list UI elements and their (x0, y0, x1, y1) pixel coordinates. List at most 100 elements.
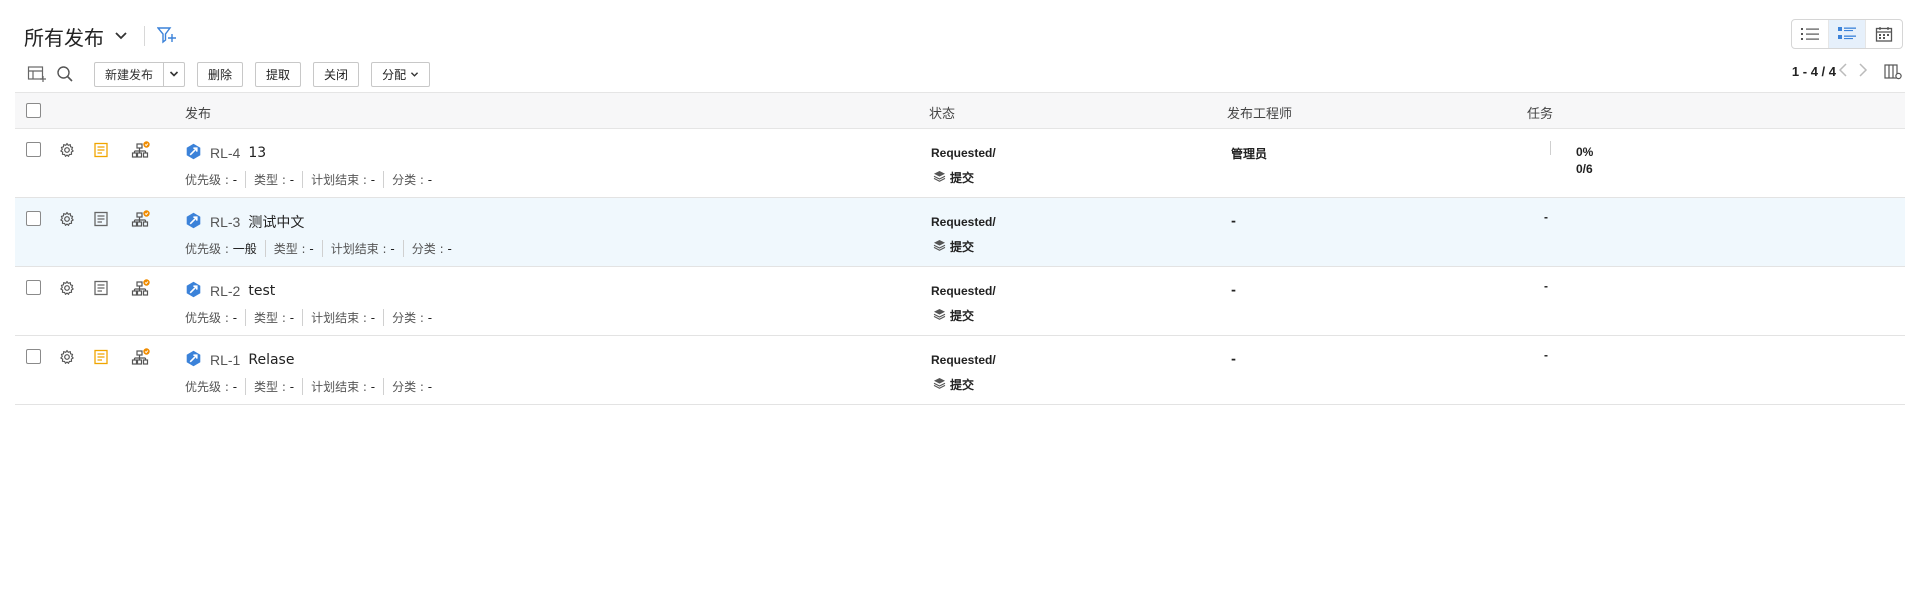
type-field: 类型 : - (245, 171, 302, 188)
release-key[interactable]: RL-3 (210, 214, 240, 230)
release-icon (185, 143, 202, 163)
column-header-status[interactable]: 状态 (929, 103, 955, 122)
task-value: - (1544, 279, 1548, 293)
column-header-engineer[interactable]: 发布工程师 (1227, 103, 1292, 122)
status-value[interactable]: Requested/ (931, 284, 996, 298)
stack-icon (933, 308, 950, 323)
detail-list-view-button[interactable] (1829, 20, 1866, 48)
engineer-value: - (1231, 352, 1236, 366)
column-header-release[interactable]: 发布 (185, 103, 211, 122)
release-name[interactable]: test (248, 283, 275, 299)
task-progress-divider (1550, 141, 1551, 155)
release-title: RL-4 13 (185, 143, 266, 163)
category-field: 分类 : - (402, 240, 460, 257)
new-release-button[interactable]: 新建发布 (95, 62, 165, 86)
release-meta: 优先级 : - 类型 : - 计划结束 : - 分类 : - (185, 171, 440, 188)
stack-icon (933, 239, 950, 254)
row-checkbox[interactable] (26, 211, 41, 226)
gear-icon[interactable] (59, 280, 75, 299)
list-view-button[interactable] (1792, 20, 1829, 48)
column-settings-icon[interactable] (1884, 64, 1902, 83)
note-icon[interactable] (93, 211, 109, 230)
gear-icon[interactable] (59, 349, 75, 368)
release-title: RL-2 test (185, 281, 275, 301)
assign-button[interactable]: 分配 (371, 61, 431, 87)
release-title: RL-3 测试中文 (185, 212, 304, 232)
close-button[interactable]: 关闭 (313, 61, 360, 87)
table-settings-icon[interactable] (24, 61, 50, 87)
hierarchy-icon[interactable] (131, 279, 151, 300)
release-icon (185, 350, 202, 370)
pagination-nav (1838, 62, 1868, 81)
table-row[interactable]: RL-4 13 优先级 : - 类型 : - 计划结束 : - 分类 : - Request… (15, 129, 1905, 198)
chevron-down-icon[interactable] (114, 29, 128, 44)
release-meta: 优先级 : - 类型 : - 计划结束 : - 分类 : - (185, 309, 440, 326)
task-count: 0/6 (1576, 162, 1593, 176)
filter-add-icon[interactable] (156, 26, 177, 47)
hierarchy-icon[interactable] (131, 141, 151, 162)
hierarchy-icon[interactable] (131, 348, 151, 369)
priority-field: 优先级 : 一般 (185, 242, 257, 256)
table-row[interactable]: RL-2 test 优先级 : - 类型 : - 计划结束 : - 分类 : - Reque… (15, 267, 1905, 336)
gear-icon[interactable] (59, 142, 75, 161)
note-icon[interactable] (93, 280, 109, 299)
release-meta: 优先级 : 一般 类型 : - 计划结束 : - 分类 : - (185, 240, 460, 257)
header-divider (144, 26, 145, 46)
stack-icon (933, 377, 950, 392)
engineer-value: - (1231, 283, 1236, 297)
calendar-icon (1875, 27, 1893, 42)
next-page-icon[interactable] (1858, 62, 1868, 81)
select-all-checkbox[interactable] (26, 103, 41, 118)
status-value[interactable]: Requested/ (931, 215, 996, 229)
table-row[interactable]: RL-1 Relase 优先级 : - 类型 : - 计划结束 : - 分类 : - Req… (15, 336, 1905, 405)
plan-end-field: 计划结束 : - (302, 171, 383, 188)
row-checkbox[interactable] (26, 349, 41, 364)
release-key[interactable]: RL-1 (210, 352, 240, 368)
row-checkbox[interactable] (26, 142, 41, 157)
release-name[interactable]: 13 (248, 145, 266, 161)
type-field: 类型 : - (245, 378, 302, 395)
status-stage: 提交 (933, 238, 974, 255)
new-release-dropdown[interactable] (164, 63, 184, 86)
engineer-value: 管理员 (1231, 147, 1268, 161)
chevron-down-icon (411, 71, 419, 77)
release-key[interactable]: RL-2 (210, 283, 240, 299)
plan-end-field: 计划结束 : - (302, 378, 383, 395)
new-release-split-button: 新建发布 (94, 61, 186, 87)
release-title: RL-1 Relase (185, 350, 294, 370)
status-value[interactable]: Requested/ (931, 146, 996, 160)
note-icon[interactable] (93, 349, 109, 368)
category-field: 分类 : - (383, 309, 440, 326)
release-name[interactable]: 测试中文 (248, 212, 304, 232)
search-icon[interactable] (52, 61, 78, 87)
release-key[interactable]: RL-4 (210, 145, 240, 161)
task-value: - (1544, 348, 1548, 362)
view-header: 所有发布 (24, 20, 177, 52)
release-name[interactable]: Relase (248, 352, 294, 368)
prev-page-icon[interactable] (1838, 62, 1848, 81)
type-field: 类型 : - (264, 240, 322, 257)
gear-icon[interactable] (59, 211, 75, 230)
priority-field: 优先级 : - (185, 311, 238, 325)
release-table: 发布 状态 发布工程师 任务 RL-4 13 优先级 : - 类型 : - 计划结束 :… (15, 92, 1905, 405)
assign-label: 分配 (382, 67, 407, 82)
view-title[interactable]: 所有发布 (24, 22, 104, 51)
extract-button[interactable]: 提取 (255, 61, 302, 87)
note-icon[interactable] (93, 142, 109, 161)
stack-icon (933, 170, 950, 185)
hierarchy-icon[interactable] (131, 210, 151, 231)
pagination-range: 1 - 4 / 4 (1791, 64, 1836, 79)
status-stage: 提交 (933, 169, 974, 186)
engineer-value: - (1231, 214, 1236, 228)
release-icon (185, 212, 202, 232)
priority-field: 优先级 : - (185, 173, 238, 187)
list-icon (1801, 28, 1819, 40)
delete-button[interactable]: 删除 (197, 61, 244, 87)
column-header-task[interactable]: 任务 (1527, 103, 1553, 122)
calendar-view-button[interactable] (1866, 20, 1902, 48)
status-stage: 提交 (933, 307, 974, 324)
status-value[interactable]: Requested/ (931, 353, 996, 367)
row-checkbox[interactable] (26, 280, 41, 295)
table-row[interactable]: RL-3 测试中文优先级 : 一般 类型 : - 计划结束 : - 分类 : - Requ… (15, 198, 1905, 267)
table-header: 发布 状态 发布工程师 任务 (15, 92, 1905, 129)
